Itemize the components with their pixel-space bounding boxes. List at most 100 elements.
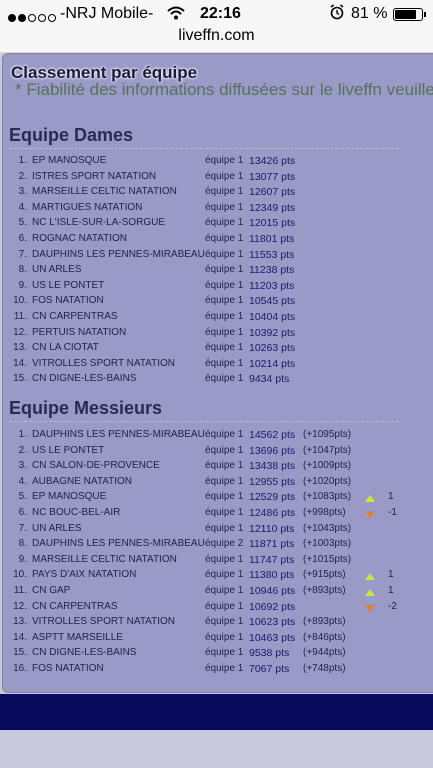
team-number: équipe 1 — [205, 311, 244, 322]
points: 12486 pts — [249, 507, 296, 519]
rank-number: 6. — [18, 233, 27, 244]
ranking-row: 5. EP MANOSQUE équipe 1 12529 pts (+1083pts)… — [3, 491, 433, 506]
points-gap: (+1043pts) — [303, 522, 352, 534]
team-name: MARTIGUES NATATION — [32, 201, 143, 213]
points: 9434 pts — [249, 373, 290, 386]
team-number: équipe 1 — [205, 475, 244, 487]
rank-number: 12. — [13, 600, 27, 612]
team-number: équipe 1 — [205, 647, 244, 659]
team-name: DAUPHINS LES PENNES-MIRABEAU — [32, 248, 205, 260]
ranking-row: 10. FOS NATATION équipe 1 10545 pts — [3, 295, 433, 310]
team-name: CN CARPENTRAS — [32, 311, 118, 322]
points: 13077 pts — [249, 170, 296, 183]
team-name: NC BOUC-BEL-AIR — [32, 507, 121, 518]
points: 10463 pts — [249, 631, 296, 644]
team-name: DAUPHINS LES PENNES-MIRABEAU — [32, 538, 205, 550]
team-name: US LE PONTET — [32, 279, 105, 291]
ranking-row: 8. DAUPHINS LES PENNES-MIRABEAU équipe 2 11… — [3, 538, 433, 553]
points: 13438 pts — [249, 460, 296, 473]
team-number: équipe 1 — [205, 155, 244, 166]
rank-number: 2. — [18, 444, 27, 456]
team-number: équipe 1 — [205, 616, 244, 628]
team-number: équipe 1 — [205, 585, 244, 596]
points: 10392 pts — [249, 326, 296, 339]
team-number: équipe 1 — [205, 429, 244, 440]
rank-change: -1 — [388, 507, 397, 518]
rank-number: 10. — [13, 295, 27, 307]
points: 10692 pts — [249, 600, 296, 613]
points-gap: (+1009pts) — [303, 460, 352, 472]
team-number: équipe 1 — [205, 444, 244, 456]
team-name: MARSEILLE CELTIC NATATION — [32, 553, 177, 565]
team-number: équipe 1 — [205, 373, 244, 385]
rank-number: 13. — [13, 342, 27, 354]
rank-number: 16. — [13, 663, 27, 674]
points: 10263 pts — [249, 342, 296, 355]
team-number: équipe 1 — [205, 600, 244, 612]
points: 9538 pts — [249, 647, 290, 660]
ranking-row: 13. VITROLLES SPORT NATATION équipe 1 10623… — [3, 616, 433, 631]
ranking-row: 9. US LE PONTET équipe 1 11203 pts — [3, 280, 433, 295]
points: 13426 pts — [249, 155, 296, 167]
team-name: CN LA CIOTAT — [32, 342, 99, 354]
points: 10545 pts — [249, 295, 296, 308]
points-gap: (+846pts) — [303, 631, 346, 643]
rank-number: 13. — [13, 616, 27, 628]
ranking-row: 9. MARSEILLE CELTIC NATATION équipe 1 11747… — [3, 554, 433, 569]
team-name: VITROLLES SPORT NATATION — [32, 616, 175, 628]
ranking-row: 4. AUBAGNE NATATION équipe 1 12955 pts (+102… — [3, 476, 433, 491]
team-name: CN GAP — [32, 585, 71, 596]
team-name: PAYS D'AIX NATATION — [32, 569, 137, 581]
team-number: équipe 1 — [205, 342, 244, 354]
team-number: équipe 1 — [205, 201, 244, 213]
points: 11801 pts — [249, 233, 295, 245]
team-number: équipe 1 — [205, 326, 244, 338]
rank-number: 9. — [18, 553, 27, 565]
points: 11871 pts — [249, 538, 295, 551]
team-number: équipe 1 — [205, 631, 244, 643]
ranking-row: 15. CN DIGNE-LES-BAINS équipe 1 9434 pts — [3, 373, 433, 388]
ranking-row: 2. US LE PONTET équipe 1 13696 pts (+1047pts… — [3, 445, 433, 460]
ranking-row: 1. EP MANOSQUE équipe 1 13426 pts — [3, 155, 433, 170]
ranking-row: 7. UN ARLES équipe 1 12110 pts (+1043pts) — [3, 523, 433, 538]
rank-number: 7. — [18, 248, 27, 260]
ranking-row: 12. PERTUIS NATATION équipe 1 10392 pts — [3, 327, 433, 342]
team-name: UN ARLES — [32, 522, 82, 534]
points: 11380 pts — [249, 569, 295, 582]
url-bar[interactable]: liveffn.com — [0, 27, 433, 45]
points-gap: (+998pts) — [303, 507, 346, 518]
points: 11238 pts — [249, 264, 295, 277]
team-number: équipe 1 — [205, 663, 244, 674]
team-number: équipe 1 — [205, 248, 244, 260]
team-number: équipe 1 — [205, 170, 244, 182]
points: 10623 pts — [249, 616, 296, 629]
rank-number: 15. — [13, 647, 27, 659]
ranking-row: 11. CN GAP équipe 1 10946 pts (+893pts) 1 — [3, 585, 433, 600]
rank-number: 10. — [13, 569, 27, 581]
points: 11203 pts — [249, 279, 295, 292]
team-number: équipe 1 — [205, 522, 244, 534]
team-name: US LE PONTET — [32, 444, 105, 456]
team-number: équipe 1 — [205, 460, 244, 472]
rank-number: 4. — [18, 475, 27, 487]
rank-number: 4. — [18, 201, 27, 213]
signal-strength-icon — [8, 9, 58, 27]
points: 12349 pts — [249, 201, 296, 214]
ranking-row: 14. VITROLLES SPORT NATATION équipe 1 10214… — [3, 358, 433, 373]
team-name: CN DIGNE-LES-BAINS — [32, 647, 137, 659]
points-gap: (+1047pts) — [303, 444, 352, 456]
rank-change: 1 — [388, 585, 394, 596]
rank-number: 8. — [18, 538, 27, 550]
rank-down-arrow-icon — [365, 604, 375, 615]
rank-number: 1. — [18, 155, 27, 166]
rank-number: 14. — [13, 357, 27, 369]
team-name: NC L'ISLE-SUR-LA-SORGUE — [32, 217, 166, 229]
team-name: CN SALON-DE-PROVENCE — [32, 460, 160, 472]
team-name: ROGNAC NATATION — [32, 233, 127, 244]
team-name: ASPTT MARSEILLE — [32, 631, 123, 643]
rank-number: 11. — [13, 585, 27, 596]
team-name: FOS NATATION — [32, 663, 104, 674]
points-gap: (+748pts) — [303, 663, 346, 674]
battery-percentage: 81 % — [351, 5, 388, 22]
points: 14562 pts — [249, 429, 296, 441]
